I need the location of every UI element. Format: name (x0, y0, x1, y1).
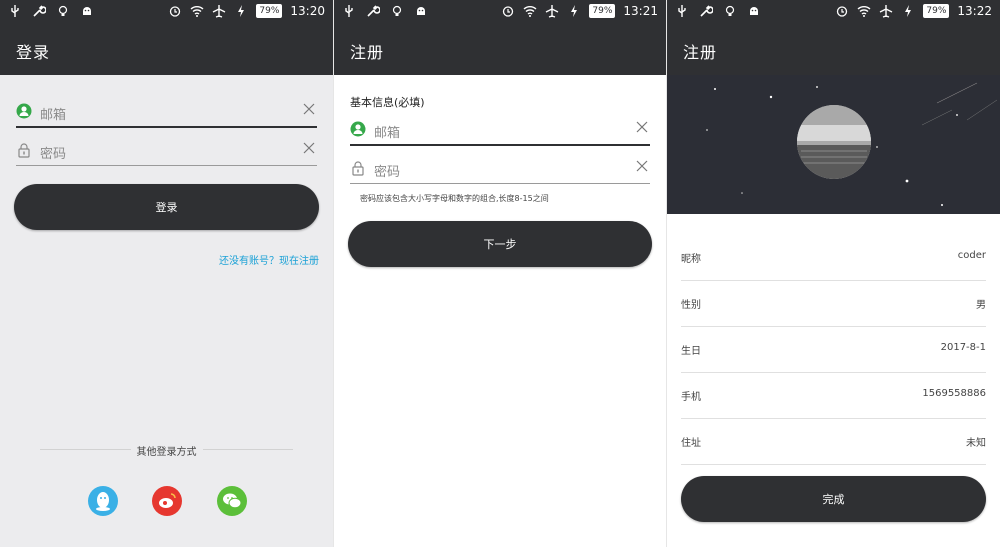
page-title: 登录 (16, 43, 51, 62)
page-title: 注册 (350, 43, 385, 62)
battery-level: 79% (256, 4, 283, 18)
airplane-icon (546, 5, 559, 18)
status-right-icons: 79% 13:21 (501, 4, 658, 18)
status-bar: 79% 13:20 (0, 0, 333, 24)
status-time: 13:22 (957, 4, 992, 18)
user-icon (16, 103, 32, 119)
nickname-row[interactable]: 昵称 coder (681, 234, 986, 281)
alarm-icon (837, 6, 848, 17)
page-title: 注册 (683, 43, 718, 62)
app-bar: 注册 (667, 24, 1000, 75)
qq-icon (96, 492, 110, 511)
usb-icon (11, 5, 19, 17)
charging-icon (905, 5, 912, 17)
status-right-icons: 79% 13:22 (835, 4, 992, 18)
android-icon (750, 7, 758, 15)
phone-row[interactable]: 手机 1569558886 (681, 372, 986, 419)
row-label: 性别 (681, 300, 701, 311)
row-label: 住址 (681, 438, 701, 449)
status-right-icons: 79% 13:20 (168, 4, 325, 18)
birthday-row[interactable]: 生日 2017-8-1 (681, 326, 986, 373)
status-bar: 79% 13:21 (334, 0, 666, 24)
email-placeholder: 邮箱 (374, 126, 401, 141)
wrench-icon (700, 5, 713, 17)
battery-level: 79% (589, 4, 616, 18)
password-placeholder: 密码 (40, 147, 67, 162)
app-bar: 登录 (0, 24, 333, 75)
row-label: 生日 (681, 346, 701, 357)
password-hint: 密码应该包含大小写字母和数字的组合,长度8-15之间 (360, 194, 549, 203)
clear-icon[interactable] (303, 103, 315, 115)
row-value: coder (957, 250, 986, 261)
wechat-icon (223, 493, 242, 509)
done-button[interactable]: 完成 (681, 476, 986, 522)
login-button[interactable]: 登录 (14, 184, 319, 230)
gender-row[interactable]: 性别 男 (681, 280, 986, 327)
other-login-divider: 其他登录方式 (40, 443, 293, 458)
login-screen: 79% 13:20 登录 邮箱 密码 登录 还没有账号？现在注册 其他登录方式 (0, 0, 333, 547)
profile-screen: 79% 13:22 注册 昵称 coder 性别 男 生日 2017-8-1 手… (667, 0, 1000, 547)
status-left-icons (675, 4, 761, 18)
alarm-icon (503, 6, 514, 17)
usb-icon (678, 5, 686, 17)
wifi-icon (523, 6, 537, 17)
app-bar: 注册 (334, 24, 666, 75)
charging-icon (571, 5, 578, 17)
bulb-icon (58, 5, 68, 16)
section-title: 基本信息(必填) (350, 96, 425, 109)
row-value: 2017-8-1 (940, 342, 986, 353)
alarm-icon (170, 6, 181, 17)
weibo-icon (159, 493, 176, 508)
bulb-icon (725, 5, 735, 16)
bulb-icon (392, 5, 402, 16)
row-label: 手机 (681, 392, 701, 403)
other-login-label: 其他登录方式 (130, 443, 203, 458)
email-placeholder: 邮箱 (40, 108, 67, 123)
usb-icon (345, 5, 353, 17)
charging-icon (238, 5, 245, 17)
lock-icon (352, 161, 364, 176)
row-label: 昵称 (681, 254, 701, 265)
wechat-login-button[interactable] (217, 486, 247, 516)
email-field[interactable]: 邮箱 (350, 118, 650, 146)
register-screen: 79% 13:21 注册 基本信息(必填) 邮箱 密码 密码应该包含大小写字母和… (334, 0, 666, 547)
register-link[interactable]: 还没有账号？现在注册 (219, 252, 319, 267)
user-icon (350, 121, 366, 137)
status-left-icons (342, 4, 428, 18)
header-banner (667, 75, 1000, 214)
wifi-icon (190, 6, 204, 17)
row-value: 未知 (966, 438, 986, 449)
status-left-icons (8, 4, 94, 18)
airplane-icon (213, 5, 226, 18)
password-field[interactable]: 密码 (350, 157, 650, 184)
android-icon (83, 7, 91, 15)
clear-icon[interactable] (636, 121, 648, 133)
lock-icon (18, 143, 30, 158)
screenshot-collage: 79% 13:20 登录 邮箱 密码 登录 还没有账号？现在注册 其他登录方式 (0, 0, 1000, 547)
next-button[interactable]: 下一步 (348, 221, 652, 267)
password-field[interactable]: 密码 (16, 139, 317, 166)
status-time: 13:20 (290, 4, 325, 18)
wifi-icon (857, 6, 871, 17)
status-time: 13:21 (623, 4, 658, 18)
avatar[interactable] (797, 105, 871, 179)
battery-level: 79% (923, 4, 950, 18)
clear-icon[interactable] (636, 160, 648, 172)
row-value: 男 (976, 300, 986, 311)
row-value: 1569558886 (922, 388, 986, 399)
qq-login-button[interactable] (88, 486, 118, 516)
status-bar: 79% 13:22 (667, 0, 1000, 24)
address-row[interactable]: 住址 未知 (681, 418, 986, 465)
android-icon (417, 7, 425, 15)
airplane-icon (880, 5, 893, 18)
email-field[interactable]: 邮箱 (16, 100, 317, 128)
avatar-image (797, 105, 871, 179)
wrench-icon (33, 5, 46, 17)
wrench-icon (367, 5, 380, 17)
weibo-login-button[interactable] (152, 486, 182, 516)
password-placeholder: 密码 (374, 165, 401, 180)
clear-icon[interactable] (303, 142, 315, 154)
